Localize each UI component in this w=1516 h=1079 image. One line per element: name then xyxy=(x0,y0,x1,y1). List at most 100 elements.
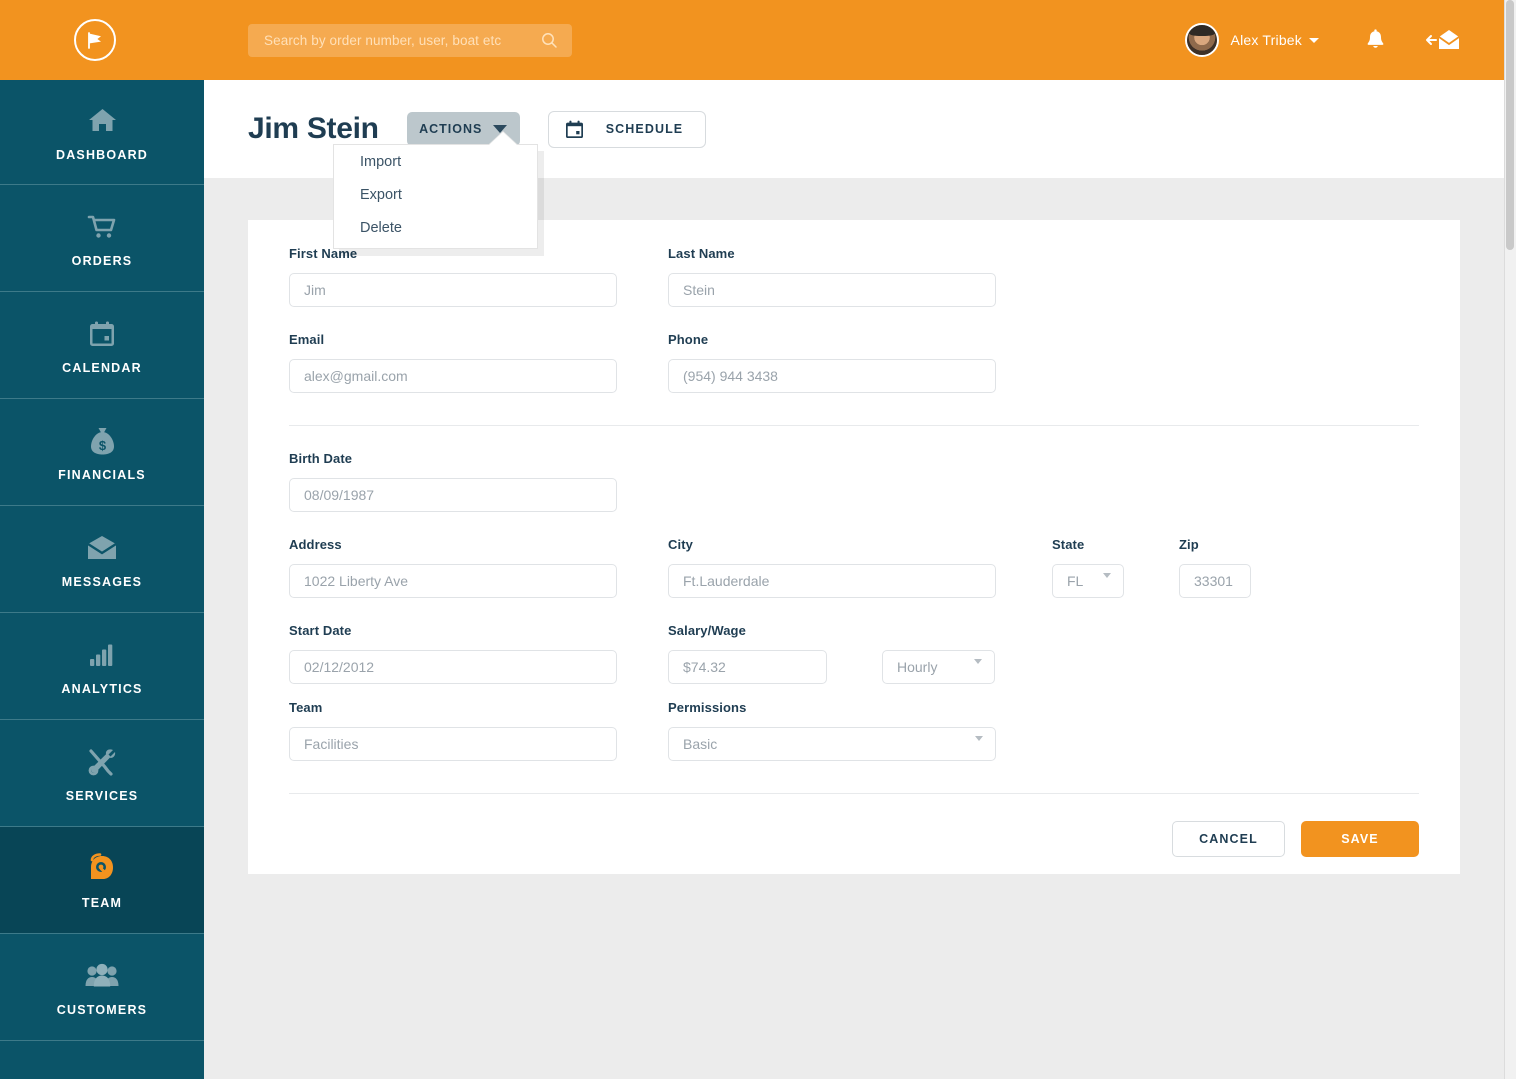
save-button[interactable]: SAVE xyxy=(1301,821,1419,857)
city-label: City xyxy=(668,537,693,552)
top-header-bar: Alex Tribek xyxy=(0,0,1504,80)
bar-chart-icon xyxy=(88,637,116,673)
chevron-down-icon[interactable] xyxy=(1309,37,1319,43)
email-field: Email xyxy=(289,332,617,393)
salary-type-field: . xyxy=(882,623,995,684)
people-icon xyxy=(85,958,119,994)
sidebar-item-messages[interactable]: MESSAGES xyxy=(0,506,204,613)
sidebar-label: MESSAGES xyxy=(61,574,143,589)
sidebar-item-services[interactable]: SERVICES xyxy=(0,720,204,827)
sidebar-label: CALENDAR xyxy=(62,360,142,375)
dropdown-arrow xyxy=(489,131,517,145)
user-name-label: Alex Tribek xyxy=(1230,32,1302,48)
sidebar-item-orders[interactable]: ORDERS xyxy=(0,185,204,292)
money-bag-icon: $ xyxy=(89,423,116,459)
sidebar-label: ANALYTICS xyxy=(61,681,143,696)
permissions-field: Permissions xyxy=(668,700,996,761)
sidebar-item-customers[interactable]: CUSTOMERS xyxy=(0,934,204,1041)
megaphone-icon[interactable] xyxy=(74,19,116,61)
city-field: City xyxy=(668,537,996,598)
schedule-button[interactable]: SCHEDULE xyxy=(547,110,707,148)
logout-envelope-icon[interactable] xyxy=(1424,28,1460,52)
employee-form-card: First Name Last Name Email Phon xyxy=(248,220,1460,874)
start-date-field: Start Date xyxy=(289,623,617,684)
start-date-input[interactable] xyxy=(289,650,617,684)
user-menu[interactable]: Alex Tribek xyxy=(1184,22,1460,58)
salary-label: Salary/Wage xyxy=(668,623,746,638)
cart-icon xyxy=(87,209,117,245)
form-actions: CANCEL SAVE xyxy=(248,821,1460,857)
form-row-contact: Email Phone xyxy=(289,332,1419,393)
cancel-button[interactable]: CANCEL xyxy=(1172,821,1285,857)
phone-field: Phone xyxy=(668,332,996,393)
last-name-field: Last Name xyxy=(668,246,996,307)
bell-icon[interactable] xyxy=(1365,28,1386,52)
home-icon xyxy=(87,103,118,139)
salary-type-select[interactable] xyxy=(882,650,995,684)
zip-label: Zip xyxy=(1179,537,1199,552)
phone-label: Phone xyxy=(668,332,709,347)
start-date-label: Start Date xyxy=(289,623,352,638)
search-input[interactable] xyxy=(264,33,541,48)
first-name-field: First Name xyxy=(289,246,617,307)
state-select[interactable] xyxy=(1052,564,1124,598)
sidebar-item-calendar[interactable]: CALENDAR xyxy=(0,292,204,399)
calendar-icon xyxy=(565,120,584,139)
phone-input[interactable] xyxy=(668,359,996,393)
menu-item-export[interactable]: Export xyxy=(334,178,537,211)
search-box[interactable] xyxy=(248,24,572,57)
main-content: Jim Stein ACTIONS SCHEDULE Import Export… xyxy=(204,80,1504,1079)
menu-item-delete[interactable]: Delete xyxy=(334,211,537,244)
page-scrollbar[interactable] xyxy=(1504,0,1516,1079)
birth-date-field: Birth Date xyxy=(289,451,617,512)
form-row-employment: Start Date Salary/Wage . xyxy=(289,623,1419,684)
schedule-button-label: SCHEDULE xyxy=(605,122,684,136)
sidebar-item-analytics[interactable]: ANALYTICS xyxy=(0,613,204,720)
sidebar-label: DASHBOARD xyxy=(55,147,149,162)
team-label: Team xyxy=(289,700,323,715)
envelope-icon xyxy=(86,530,118,566)
svg-text:$: $ xyxy=(98,438,106,453)
actions-button-label: ACTIONS xyxy=(419,122,483,136)
tools-icon xyxy=(87,744,117,780)
salary-input[interactable] xyxy=(668,650,827,684)
last-name-label: Last Name xyxy=(668,246,735,261)
team-field: Team xyxy=(289,700,617,761)
sidebar-label: TEAM xyxy=(81,895,123,910)
search-icon[interactable] xyxy=(541,32,558,49)
city-input[interactable] xyxy=(668,564,996,598)
sidebar-item-dashboard[interactable]: DASHBOARD xyxy=(0,80,204,185)
sidebar-label: ORDERS xyxy=(71,253,133,268)
footer-divider xyxy=(289,793,1419,794)
state-field: State xyxy=(1052,537,1124,598)
first-name-input[interactable] xyxy=(289,273,617,307)
email-label: Email xyxy=(289,332,325,347)
address-label: Address xyxy=(289,537,342,552)
app-root: Alex Tribek xyxy=(0,0,1516,1079)
form-row-birth: Birth Date xyxy=(289,451,1419,512)
zip-input[interactable] xyxy=(1179,564,1251,598)
sidebar-item-team[interactable]: TEAM xyxy=(0,827,204,934)
last-name-input[interactable] xyxy=(668,273,996,307)
actions-dropdown-menu: Import Export Delete xyxy=(333,131,538,249)
address-input[interactable] xyxy=(289,564,617,598)
page-title: Jim Stein xyxy=(248,112,379,145)
section-divider xyxy=(289,425,1419,426)
birth-date-label: Birth Date xyxy=(289,451,353,466)
sidebar-label: SERVICES xyxy=(65,788,139,803)
sidebar-label: CUSTOMERS xyxy=(56,1002,148,1017)
state-label: State xyxy=(1052,537,1085,552)
email-input[interactable] xyxy=(289,359,617,393)
permissions-select[interactable] xyxy=(668,727,996,761)
salary-field: Salary/Wage xyxy=(668,623,827,684)
form-row-names: First Name Last Name xyxy=(289,246,1419,307)
calendar-icon xyxy=(88,316,116,352)
birth-date-input[interactable] xyxy=(289,478,617,512)
team-input[interactable] xyxy=(289,727,617,761)
menu-item-import[interactable]: Import xyxy=(334,145,537,178)
form-row-address: Address City State Zip xyxy=(289,537,1419,598)
avatar[interactable] xyxy=(1184,23,1219,57)
form-row-team: Team Permissions xyxy=(289,700,1419,761)
sidebar-item-financials[interactable]: $ FINANCIALS xyxy=(0,399,204,506)
scrollbar-thumb[interactable] xyxy=(1506,0,1514,250)
